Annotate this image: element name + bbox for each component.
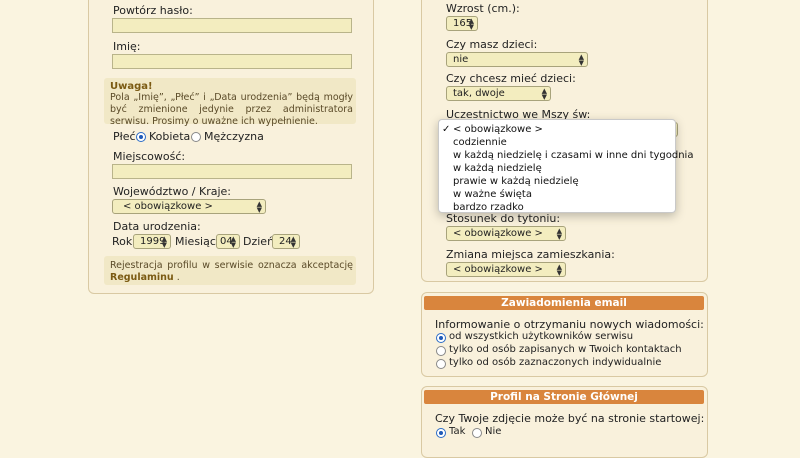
repeat-password-label: Powtórz hasło: (113, 4, 193, 17)
mass-option-label: w każdą niedzielę (453, 163, 542, 174)
notice-title: Uwaga! (110, 81, 153, 92)
select-arrows-icon: ▲ ▼ (230, 235, 236, 249)
terms-link[interactable]: Regulaminu (110, 272, 174, 283)
checkmark-icon: ✓ (442, 124, 451, 135)
height-select[interactable]: 165 ▲ ▼ (446, 16, 478, 31)
mass-option-label: w każdą niedzielę i czasami w inne dni t… (453, 150, 694, 161)
region-select[interactable]: < obowiązkowe > ▲ ▼ (112, 199, 266, 214)
homepage-yes-radio[interactable] (436, 428, 446, 438)
first-name-label: Imię: (113, 40, 141, 53)
mass-option[interactable]: prawie w każdą niedzielę (439, 175, 675, 188)
mass-option-label: w ważne święta (453, 189, 532, 200)
select-arrows-icon: ▲ ▼ (161, 235, 167, 249)
email-option-all-radio[interactable] (436, 333, 446, 343)
email-option-all-label[interactable]: od wszystkich użytkowników serwisu (449, 331, 633, 342)
month-select[interactable]: 04 ▲ ▼ (216, 234, 240, 249)
tobacco-select[interactable]: < obowiązkowe > ▲ ▼ (446, 226, 566, 241)
mass-option[interactable]: w każdą niedzielę (439, 162, 675, 175)
terms-text-main: Rejestracja profilu w serwisie oznacza a… (110, 260, 353, 271)
mass-option[interactable]: w każdą niedzielę i czasami w inne dni t… (439, 149, 693, 162)
first-name-input[interactable] (112, 54, 352, 69)
gender-female-radio[interactable] (136, 132, 146, 142)
relocation-label: Zmiana miejsca zamieszkania: (446, 248, 615, 261)
gender-male-label[interactable]: Mężczyzna (204, 130, 264, 143)
want-children-value: tak, dwoje (453, 88, 505, 99)
gender-male-radio[interactable] (191, 132, 201, 142)
email-option-selected-radio[interactable] (436, 359, 446, 369)
notice-text: Pola „Imię”, „Płeć” i „Data urodzenia” b… (110, 92, 353, 127)
email-question: Informowanie o otrzymaniu nowych wiadomo… (435, 318, 704, 331)
mass-option[interactable]: ✓ < obowiązkowe > (439, 123, 675, 136)
terms-text: Rejestracja profilu w serwisie oznacza a… (110, 260, 353, 272)
city-input[interactable] (112, 164, 352, 179)
day-select[interactable]: 24 ▲ ▼ (272, 234, 300, 249)
email-option-contacts-radio[interactable] (436, 346, 446, 356)
have-children-value: nie (453, 54, 469, 65)
select-arrows-icon: ▲ ▼ (541, 87, 547, 101)
mass-dropdown-list: ✓ < obowiązkowe > codziennie w każdą nie… (438, 119, 693, 213)
select-arrows-icon: ▲ ▼ (578, 53, 584, 67)
year-select[interactable]: 1999 ▲ ▼ (133, 234, 171, 249)
tobacco-select-value: < obowiązkowe > (453, 228, 543, 239)
mass-option-label: < obowiązkowe > (453, 124, 543, 135)
mass-option[interactable]: w ważne święta (439, 188, 675, 201)
homepage-section-title: Profil na Stronie Głównej (424, 390, 704, 404)
gender-female-label[interactable]: Kobieta (149, 130, 190, 143)
want-children-label: Czy chcesz mieć dzieci: (446, 72, 576, 85)
day-label: Dzień (243, 235, 275, 248)
select-arrows-icon: ▲ ▼ (290, 235, 296, 249)
mass-option[interactable]: codziennie (439, 136, 675, 149)
select-arrows-icon: ▲ ▼ (256, 200, 262, 214)
relocation-select-value: < obowiązkowe > (453, 264, 543, 275)
homepage-no-label[interactable]: Nie (485, 426, 501, 437)
have-children-select[interactable]: nie ▲ ▼ (446, 52, 588, 67)
birthdate-label: Data urodzenia: (113, 220, 201, 233)
select-arrows-icon: ▲ ▼ (556, 227, 562, 241)
terms-end: . (176, 272, 180, 283)
select-arrows-icon: ▲ ▼ (468, 17, 474, 31)
height-label: Wzrost (cm.): (446, 2, 520, 15)
email-section-title: Zawiadomienia email (424, 296, 704, 310)
month-label: Miesiąc (175, 235, 216, 248)
select-arrows-icon: ▲ ▼ (556, 263, 562, 277)
homepage-no-radio[interactable] (472, 428, 482, 438)
tobacco-label: Stosunek do tytoniu: (446, 212, 561, 225)
city-label: Miejscowość: (113, 150, 186, 163)
homepage-yes-label[interactable]: Tak (449, 426, 465, 437)
region-label: Województwo / Kraje: (113, 185, 232, 198)
mass-option-label: codziennie (453, 137, 507, 148)
mass-option-label: prawie w każdą niedzielę (453, 176, 579, 187)
terms-second-line: Regulaminu . (110, 272, 353, 284)
email-option-selected-label[interactable]: tylko od osób zaznaczonych indywidualnie (449, 357, 661, 368)
relocation-select[interactable]: < obowiązkowe > ▲ ▼ (446, 262, 566, 277)
want-children-select[interactable]: tak, dwoje ▲ ▼ (446, 86, 551, 101)
region-select-value: < obowiązkowe > (123, 201, 213, 212)
repeat-password-input[interactable] (112, 18, 352, 33)
have-children-label: Czy masz dzieci: (446, 38, 538, 51)
email-option-contacts-label[interactable]: tylko od osób zapisanych w Twoich kontak… (449, 344, 682, 355)
year-label: Rok (112, 235, 133, 248)
homepage-question: Czy Twoje zdjęcie może być na stronie st… (435, 412, 705, 425)
